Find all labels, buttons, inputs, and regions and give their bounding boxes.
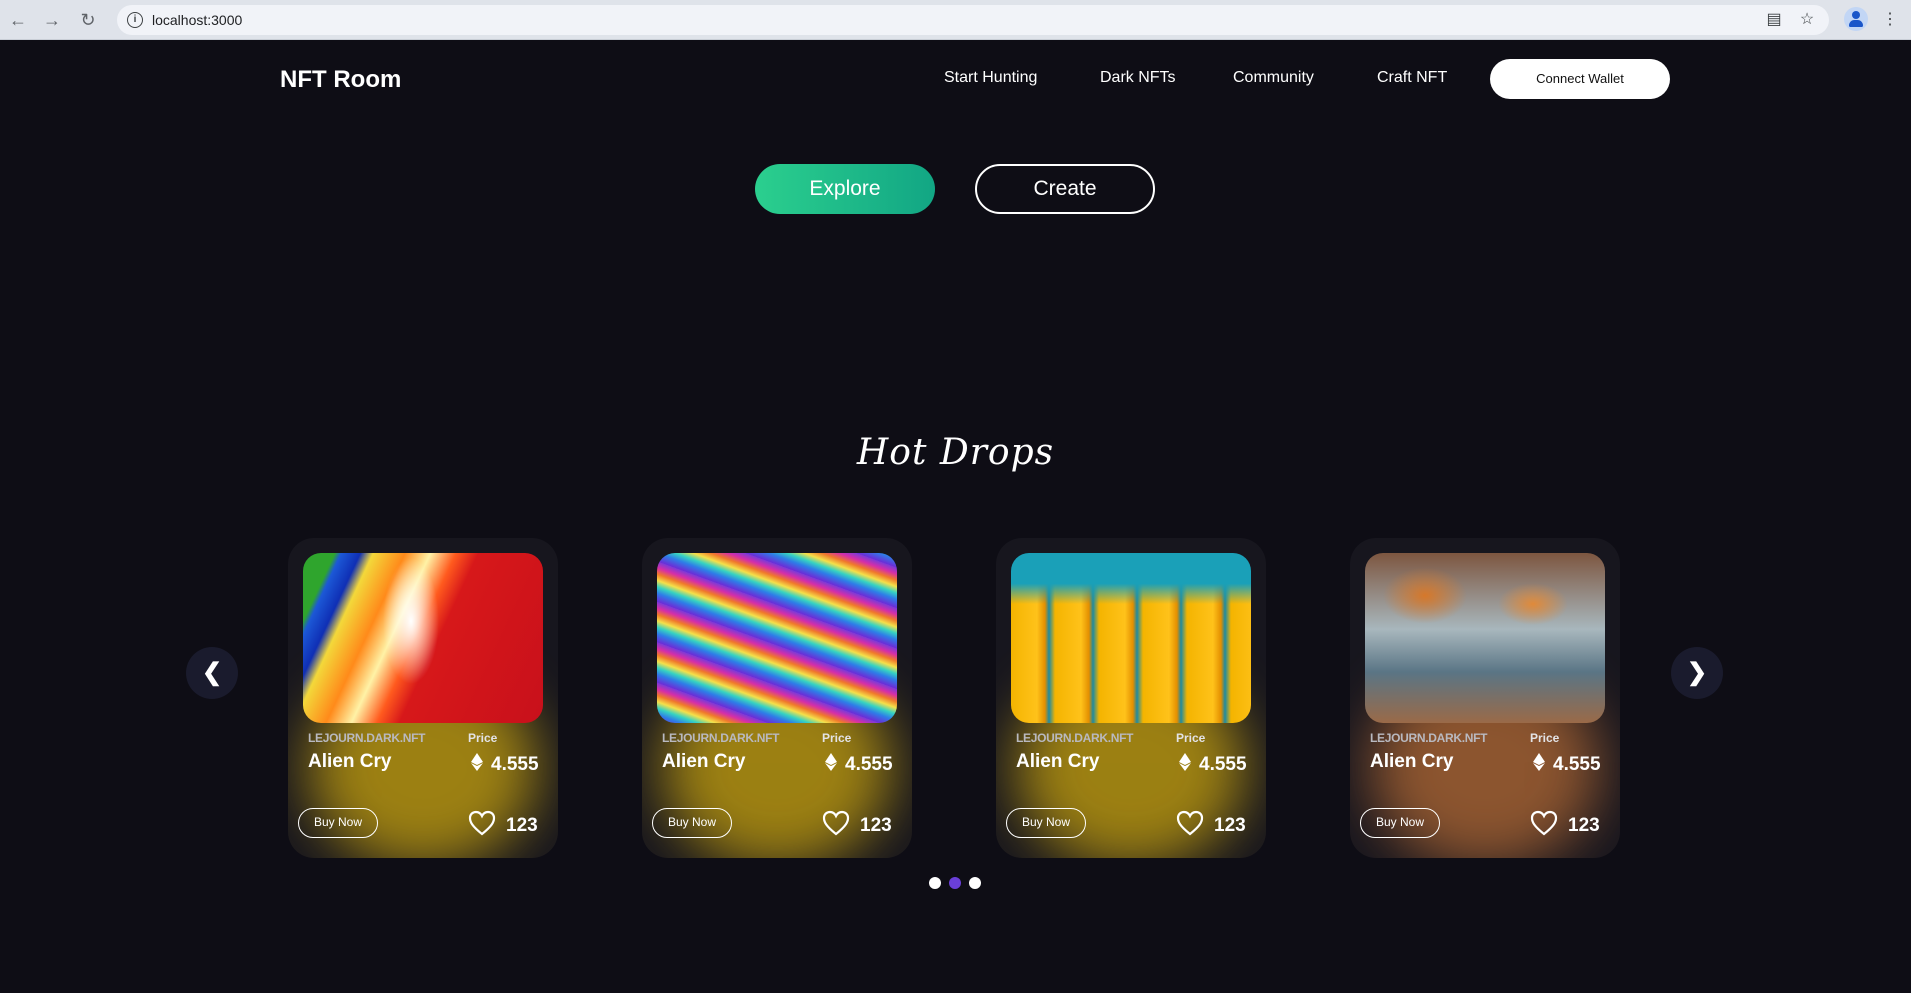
nav-start-hunting[interactable]: Start Hunting — [944, 69, 1037, 87]
nft-artwork-image[interactable] — [1365, 553, 1605, 723]
nft-card[interactable]: LEJOURN.DARK.NFT Price Alien Cry 4.555 B… — [642, 538, 912, 858]
heart-icon[interactable] — [1530, 810, 1558, 836]
install-app-icon[interactable]: ▤ — [1760, 6, 1788, 34]
connect-wallet-button[interactable]: Connect Wallet — [1490, 59, 1670, 99]
site-info-icon[interactable]: i — [127, 12, 143, 28]
brand-logo[interactable]: NFT Room — [280, 66, 401, 94]
like-count: 123 — [1568, 815, 1600, 836]
price-label: Price — [1176, 731, 1206, 745]
price-label: Price — [822, 731, 852, 745]
like-count: 123 — [1214, 815, 1246, 836]
nft-artwork-image[interactable] — [1011, 553, 1251, 723]
price-label: Price — [1530, 731, 1560, 745]
creator-name[interactable]: LEJOURN.DARK.NFT — [662, 731, 780, 745]
profile-avatar-icon[interactable] — [1844, 7, 1868, 31]
creator-name[interactable]: LEJOURN.DARK.NFT — [1016, 731, 1134, 745]
ethereum-icon — [1533, 753, 1545, 771]
nft-price: 4.555 — [1553, 754, 1601, 775]
nft-artwork-image[interactable] — [657, 553, 897, 723]
nft-price: 4.555 — [845, 754, 893, 775]
nav-dark-nfts[interactable]: Dark NFTs — [1100, 69, 1176, 87]
pagination-dot[interactable] — [929, 877, 941, 889]
pagination-dot[interactable] — [949, 877, 961, 889]
url-text[interactable]: localhost:3000 — [152, 12, 242, 28]
nft-card[interactable]: LEJOURN.DARK.NFT Price Alien Cry 4.555 B… — [1350, 538, 1620, 858]
like-count: 123 — [506, 815, 538, 836]
hot-drops-title: Hot Drops — [856, 432, 1055, 473]
ethereum-icon — [471, 753, 483, 771]
bookmark-star-icon[interactable]: ☆ — [1793, 6, 1821, 34]
address-bar[interactable]: i localhost:3000 — [117, 5, 1829, 35]
nft-card[interactable]: LEJOURN.DARK.NFT Price Alien Cry 4.555 B… — [996, 538, 1266, 858]
heart-icon[interactable] — [468, 810, 496, 836]
like-count: 123 — [860, 815, 892, 836]
explore-button[interactable]: Explore — [755, 164, 935, 214]
ethereum-icon — [1179, 753, 1191, 771]
carousel-next-button[interactable]: ❯ — [1671, 647, 1723, 699]
nft-price: 4.555 — [1199, 754, 1247, 775]
buy-now-button[interactable]: Buy Now — [1006, 808, 1086, 838]
ethereum-icon — [825, 753, 837, 771]
nav-craft-nft[interactable]: Craft NFT — [1377, 69, 1447, 87]
create-button[interactable]: Create — [975, 164, 1155, 214]
nft-price: 4.555 — [491, 754, 539, 775]
more-menu-icon[interactable]: ⋮ — [1876, 6, 1904, 34]
buy-now-button[interactable]: Buy Now — [652, 808, 732, 838]
price-label: Price — [468, 731, 498, 745]
nft-name: Alien Cry — [1370, 751, 1454, 772]
nft-card[interactable]: LEJOURN.DARK.NFT Price Alien Cry 4.555 B… — [288, 538, 558, 858]
nft-name: Alien Cry — [1016, 751, 1100, 772]
pagination-dot[interactable] — [969, 877, 981, 889]
forward-arrow-icon[interactable]: → — [38, 6, 66, 34]
buy-now-button[interactable]: Buy Now — [1360, 808, 1440, 838]
reload-icon[interactable]: ↻ — [74, 6, 102, 34]
browser-chrome: ← → ↻ i localhost:3000 ▤ ☆ ⋮ — [0, 0, 1911, 40]
nft-name: Alien Cry — [662, 751, 746, 772]
nft-artwork-image[interactable] — [303, 553, 543, 723]
creator-name[interactable]: LEJOURN.DARK.NFT — [308, 731, 426, 745]
heart-icon[interactable] — [822, 810, 850, 836]
carousel-pagination — [929, 877, 989, 891]
back-arrow-icon[interactable]: ← — [4, 6, 32, 34]
heart-icon[interactable] — [1176, 810, 1204, 836]
buy-now-button[interactable]: Buy Now — [298, 808, 378, 838]
nft-name: Alien Cry — [308, 751, 392, 772]
carousel-prev-button[interactable]: ❮ — [186, 647, 238, 699]
nav-community[interactable]: Community — [1233, 69, 1314, 87]
creator-name[interactable]: LEJOURN.DARK.NFT — [1370, 731, 1488, 745]
